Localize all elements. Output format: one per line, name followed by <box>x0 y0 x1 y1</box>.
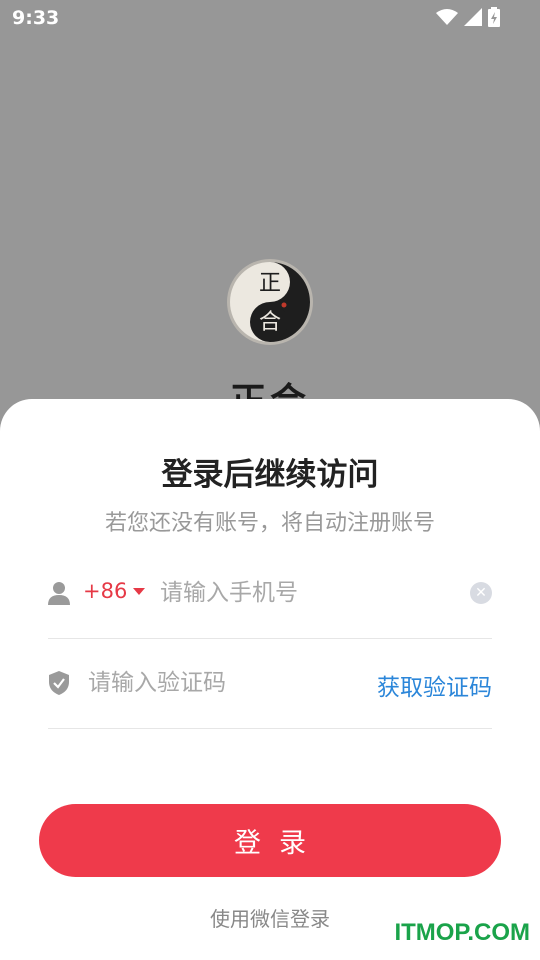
country-code: +86 <box>83 579 128 603</box>
clear-icon[interactable]: ✕ <box>470 582 492 604</box>
caret-down-icon <box>133 587 146 595</box>
sheet-subtitle: 若您还没有账号，将自动注册账号 <box>104 511 435 536</box>
login-button[interactable]: 登录 <box>39 804 501 877</box>
wifi-icon <box>436 9 458 25</box>
app-logo: 正 合 <box>226 258 314 346</box>
phone-row: +86 ✕ <box>48 548 492 639</box>
logo-bottom-char: 合 <box>259 310 281 335</box>
cellular-signal-icon <box>464 8 482 26</box>
status-time: 9:33 <box>12 7 60 29</box>
yin-yang-logo-icon: 正 合 <box>227 259 313 345</box>
status-bar: 9:33 <box>0 0 540 36</box>
user-icon <box>48 582 70 605</box>
get-code-button[interactable]: 获取验证码 <box>377 668 492 702</box>
status-icons <box>436 7 500 27</box>
code-row: 获取验证码 <box>48 638 492 729</box>
country-code-selector[interactable]: +86 <box>83 579 146 603</box>
watermark-logo: ITMOP.COM <box>394 919 530 946</box>
phone-input[interactable] <box>160 576 450 610</box>
battery-charging-icon <box>488 7 500 27</box>
shield-icon <box>49 671 69 695</box>
sheet-title: 登录后继续访问 <box>161 457 379 493</box>
verification-code-input[interactable] <box>88 666 368 700</box>
login-sheet: 登录后继续访问 若您还没有账号，将自动注册账号 +86 ✕ 获取验证码 登录 使… <box>0 399 540 960</box>
logo-top-char: 正 <box>259 271 281 296</box>
